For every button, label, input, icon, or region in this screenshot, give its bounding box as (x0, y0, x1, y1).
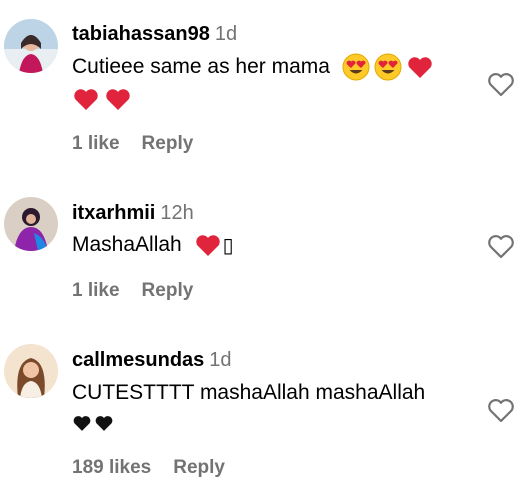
comment-actions: 189 likes Reply (72, 456, 225, 480)
black-heart-icon (72, 413, 92, 433)
comment-actions: 1 like Reply (72, 279, 193, 303)
username[interactable]: callmesundas (72, 349, 204, 371)
comment-body: CUTESTTTT mashaAllah mashaAllah (72, 381, 426, 404)
like-heart-icon[interactable] (486, 396, 516, 424)
comment-body: Cutieee same as her mama (72, 55, 330, 78)
red-heart-icon (72, 85, 100, 113)
red-heart-icon (104, 85, 132, 113)
avatar-image (4, 19, 58, 73)
timestamp: 12h (160, 202, 194, 224)
black-heart-icon (94, 413, 114, 433)
like-count[interactable]: 189 likes (72, 457, 151, 478)
heart-eyes-icon (342, 53, 370, 81)
like-count[interactable]: 1 like (72, 280, 120, 301)
reply-button[interactable]: Reply (142, 133, 194, 154)
timestamp: 1d (214, 23, 238, 45)
comment-header: callmesundas 1d (72, 348, 232, 374)
comment-text: CUTESTTTT mashaAllah mashaAllah (72, 378, 472, 408)
avatar[interactable] (4, 197, 58, 251)
like-heart-icon[interactable] (486, 232, 516, 260)
like-count[interactable]: 1 like (72, 133, 120, 154)
heart-eyes-icon (374, 53, 402, 81)
timestamp: 1d (209, 349, 232, 371)
comment-text: MashaAllah ▯ (72, 230, 472, 260)
avatar-image (4, 197, 58, 251)
comment-text-line2 (72, 84, 472, 114)
avatar-image (4, 344, 58, 398)
username[interactable]: itxarhmii (72, 202, 155, 224)
red-heart-icon (406, 53, 434, 81)
reply-button[interactable]: Reply (173, 457, 225, 478)
comment-header: itxarhmii 12h (72, 201, 194, 227)
reply-button[interactable]: Reply (142, 280, 194, 301)
username[interactable]: tabiahassan98 (72, 23, 210, 45)
avatar[interactable] (4, 19, 58, 73)
comment-body: MashaAllah (72, 233, 182, 256)
comment-header: tabiahassan98 1d (72, 22, 237, 48)
comment-actions: 1 like Reply (72, 132, 193, 156)
red-heart-icon (194, 231, 222, 259)
avatar[interactable] (4, 344, 58, 398)
like-heart-icon[interactable] (486, 70, 516, 98)
missing-glyph: ▯ (222, 233, 234, 258)
comment-text-line2 (72, 408, 472, 438)
comment-text: Cutieee same as her mama (72, 52, 472, 82)
